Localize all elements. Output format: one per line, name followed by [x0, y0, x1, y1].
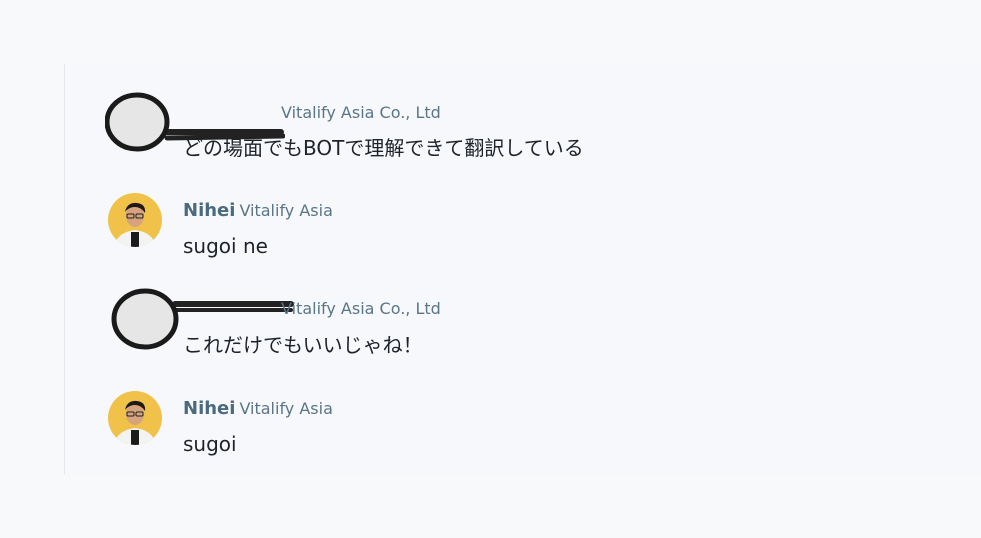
company-name: Vitalify Asia Co., Ltd — [281, 299, 441, 318]
user-avatar[interactable] — [107, 390, 163, 446]
message-meta: Vitalify Asia Co., Ltd — [277, 298, 441, 320]
company-name: Vitalify Asia — [239, 201, 333, 220]
message-text: sugoi ne — [183, 234, 268, 258]
company-name: Vitalify Asia — [239, 399, 333, 418]
message-text: これだけでもいいじゃね！ — [183, 333, 423, 357]
message-meta: Vitalify Asia Co., Ltd — [277, 102, 441, 124]
company-name: Vitalify Asia Co., Ltd — [281, 103, 441, 122]
message-text: sugoi — [183, 432, 237, 456]
message-meta: Nihei Vitalify Asia — [183, 200, 333, 222]
message-text: どの場面でもBOTで理解できて翻訳している — [183, 136, 584, 160]
sender-name[interactable]: Nihei — [183, 398, 235, 419]
chat-thread: Vitalify Asia Co., Ltd どの場面でもBOTで理解できて翻訳… — [64, 64, 981, 474]
message-meta: Nihei Vitalify Asia — [183, 398, 333, 420]
sender-name[interactable]: Nihei — [183, 200, 235, 221]
user-avatar[interactable] — [107, 192, 163, 248]
